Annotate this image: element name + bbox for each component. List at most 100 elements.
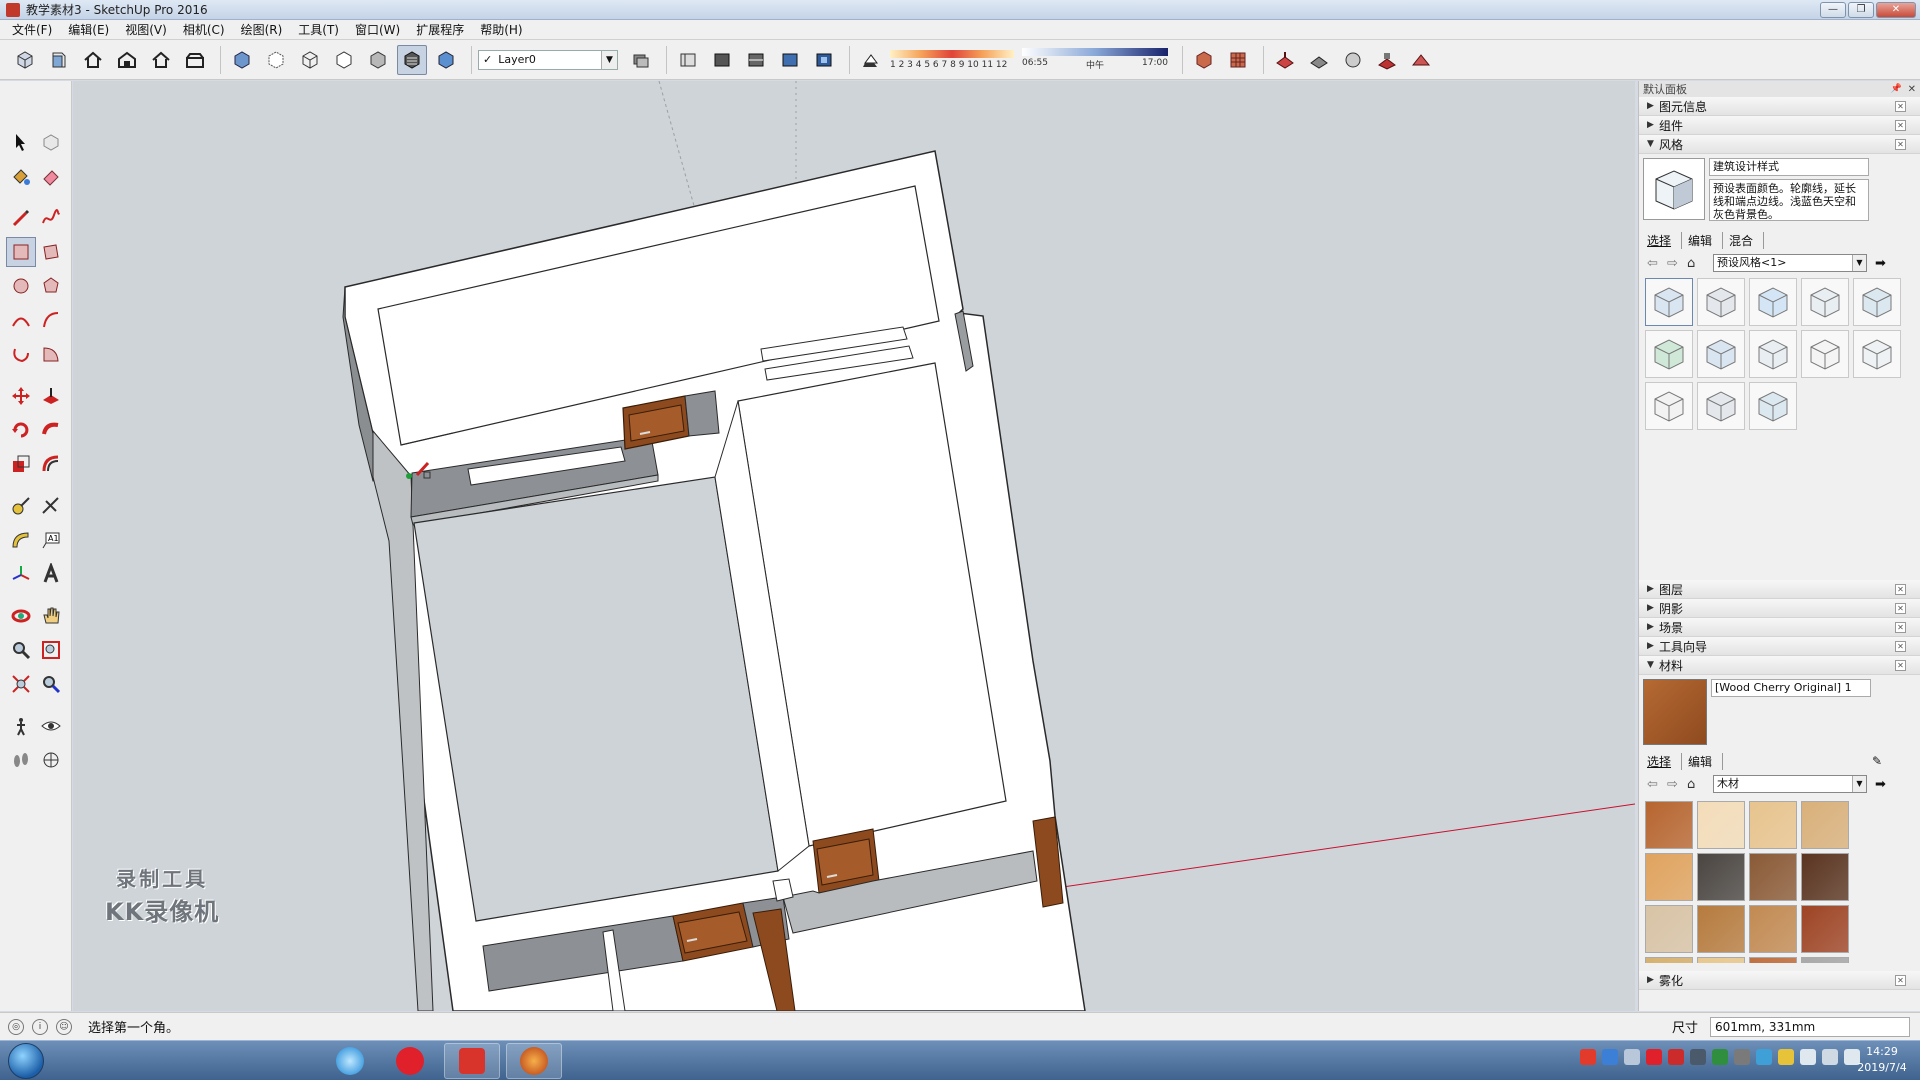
move-tool[interactable] — [6, 381, 36, 411]
tab-style-select[interactable]: 选择 — [1647, 231, 1683, 249]
circle-tool[interactable] — [6, 271, 36, 301]
material-swatch[interactable] — [1697, 957, 1745, 963]
style-thumbnail-item[interactable] — [1697, 330, 1745, 378]
model-canvas[interactable] — [73, 81, 1635, 1011]
material-swatch[interactable] — [1645, 801, 1693, 849]
menu-file[interactable]: 文件(F) — [4, 21, 60, 38]
material-swatch[interactable] — [1749, 957, 1797, 963]
shadows-toggle-button[interactable] — [856, 45, 886, 75]
zoom-extents-tool[interactable] — [6, 669, 36, 699]
orbit-tool[interactable] — [6, 601, 36, 631]
style-thumbnail-item[interactable] — [1645, 330, 1693, 378]
tray-fog[interactable]: ▶ 雾化 ✕ — [1639, 971, 1920, 990]
add-location-button[interactable] — [1223, 45, 1253, 75]
material-swatch[interactable] — [1645, 853, 1693, 901]
menu-camera[interactable]: 相机(C) — [175, 21, 233, 38]
display-icon[interactable] — [1822, 1049, 1838, 1065]
line-tool[interactable] — [6, 203, 36, 233]
zoom-window-tool[interactable] — [36, 635, 66, 665]
material-swatch[interactable] — [1697, 853, 1745, 901]
close-icon[interactable]: ✕ — [1895, 974, 1906, 986]
paint-bucket-tool[interactable] — [6, 161, 36, 191]
close-icon[interactable]: ✕ — [1895, 119, 1906, 131]
eyedropper-icon[interactable]: ✎ — [1872, 754, 1892, 768]
material-swatch[interactable] — [1801, 801, 1849, 849]
wireframe-button[interactable] — [295, 45, 325, 75]
material-swatch[interactable] — [1801, 853, 1849, 901]
offset-tool[interactable] — [36, 449, 66, 479]
display-section-planes-button[interactable] — [707, 45, 737, 75]
top-view-button[interactable] — [112, 45, 142, 75]
style-thumbnail-item[interactable] — [1697, 278, 1745, 326]
material-swatch[interactable] — [1749, 801, 1797, 849]
arc-tool[interactable] — [6, 305, 36, 335]
material-swatch[interactable] — [1749, 905, 1797, 953]
material-name-field[interactable]: [Wood Cherry Original] 1 — [1711, 679, 1871, 697]
style-thumbnail-item[interactable] — [1801, 330, 1849, 378]
menu-view[interactable]: 视图(V) — [117, 21, 175, 38]
back-arrow-icon[interactable]: ⇦ — [1647, 777, 1667, 792]
menu-tools[interactable]: 工具(T) — [290, 21, 347, 38]
system-clock[interactable]: 14:29 2019/7/4 — [1850, 1044, 1914, 1076]
ime-icon[interactable] — [1580, 1049, 1596, 1065]
menu-draw[interactable]: 绘图(R) — [233, 21, 291, 38]
close-icon[interactable]: ✕ — [1895, 659, 1906, 671]
tab-style-edit[interactable]: 编辑 — [1688, 231, 1724, 249]
make-component-tool[interactable] — [36, 127, 66, 157]
forward-arrow-icon[interactable]: ⇨ — [1667, 256, 1687, 271]
back-view-button[interactable] — [180, 45, 210, 75]
pie-tool[interactable] — [36, 339, 66, 369]
tab-material-select[interactable]: 选择 — [1647, 752, 1683, 770]
follow-me-tool[interactable] — [36, 415, 66, 445]
chrome-icon[interactable] — [1778, 1049, 1794, 1065]
smoove-button[interactable] — [1338, 45, 1368, 75]
warehouse-button[interactable] — [1189, 45, 1219, 75]
previous-view-tool[interactable] — [36, 669, 66, 699]
close-button[interactable]: ✕ — [1876, 2, 1916, 18]
rotated-rectangle-tool[interactable] — [36, 237, 66, 267]
close-icon[interactable]: ✕ — [1895, 138, 1906, 150]
user-icon[interactable]: ☺ — [56, 1018, 72, 1035]
shaded-button[interactable] — [363, 45, 393, 75]
measurements-input[interactable]: 601mm, 331mm — [1710, 1017, 1910, 1037]
close-icon[interactable]: ✕ — [1895, 583, 1906, 595]
details-arrow-icon[interactable]: ➡ — [1875, 777, 1886, 792]
back-edges-button[interactable] — [261, 45, 291, 75]
polygon-tool[interactable] — [36, 271, 66, 301]
material-swatch[interactable] — [1697, 905, 1745, 953]
material-swatch[interactable] — [1801, 905, 1849, 953]
close-icon[interactable]: ✕ — [1895, 602, 1906, 614]
tray-components[interactable]: ▶ 组件 ✕ — [1639, 116, 1920, 135]
tray-entity-info[interactable]: ▶ 图元信息 ✕ — [1639, 97, 1920, 116]
style-collection-dropdown[interactable]: 预设风格<1> ▼ — [1713, 254, 1867, 272]
right-view-button[interactable] — [146, 45, 176, 75]
minimize-button[interactable]: — — [1820, 2, 1846, 18]
pin-icon[interactable]: 📌 — [1891, 84, 1902, 94]
layer-manager-button[interactable] — [626, 45, 656, 75]
flip-edge-button[interactable] — [1406, 45, 1436, 75]
rectangle-tool[interactable] — [6, 237, 36, 267]
style-thumbnail-item[interactable] — [1853, 278, 1901, 326]
taskbar-sketchup[interactable] — [444, 1043, 500, 1079]
start-button[interactable] — [8, 1043, 44, 1079]
tray-layers[interactable]: ▶ 图层 ✕ — [1639, 580, 1920, 599]
taskbar-browser[interactable] — [322, 1043, 378, 1079]
home-icon[interactable]: ⌂ — [1687, 777, 1707, 792]
look-around-tool[interactable] — [36, 711, 66, 741]
tray-close-icon[interactable]: ✕ — [1908, 84, 1916, 95]
text-tool[interactable]: A1 — [36, 525, 66, 555]
home-view-button[interactable] — [78, 45, 108, 75]
taskbar-recorder[interactable] — [506, 1043, 562, 1079]
forward-arrow-icon[interactable]: ⇨ — [1667, 777, 1687, 792]
iso-view-button[interactable] — [10, 45, 40, 75]
style-thumbnail[interactable] — [1643, 158, 1705, 220]
zoom-tool[interactable] — [6, 635, 36, 665]
tape-measure-tool[interactable] — [6, 491, 36, 521]
details-arrow-icon[interactable]: ➡ — [1875, 256, 1886, 271]
style-thumbnail-item[interactable] — [1697, 382, 1745, 430]
tab-style-mix[interactable]: 混合 — [1729, 231, 1765, 249]
pan-tool[interactable] — [36, 601, 66, 631]
shadow-time-slider[interactable]: 06:55 中午 17:00 — [1022, 48, 1168, 71]
material-swatch[interactable] — [1645, 957, 1693, 963]
back-arrow-icon[interactable]: ⇦ — [1647, 256, 1667, 271]
